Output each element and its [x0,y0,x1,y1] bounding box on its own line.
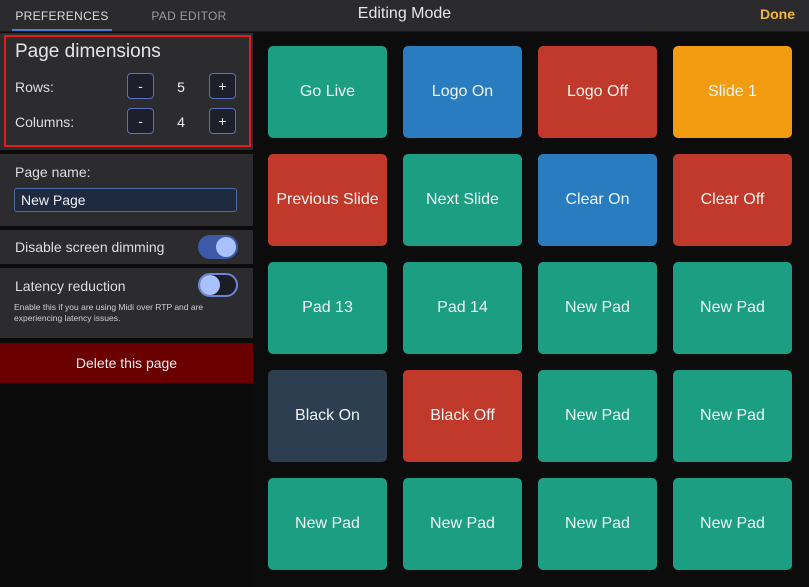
pad-button[interactable]: New Pad [538,370,657,462]
toggle-knob [216,237,236,257]
columns-increment-button[interactable]: + [209,108,236,134]
pad-button[interactable]: New Pad [403,478,522,570]
columns-decrement-button[interactable]: - [127,108,154,134]
tab-preferences[interactable]: PREFERENCES [12,0,112,32]
columns-label: Columns: [15,114,75,130]
pad-button[interactable]: New Pad [268,478,387,570]
pad-grid: Go Live Logo On Logo Off Slide 1 Previous Sl… [268,46,792,570]
latency-card: Latency reduction Enable this if you are… [0,268,253,338]
pad-button[interactable]: Next Slide [403,154,522,246]
pad-button[interactable]: Clear Off [673,154,792,246]
pad-button[interactable]: Go Live [268,46,387,138]
screen-dimming-label: Disable screen dimming [15,239,165,255]
pad-button[interactable]: Black Off [403,370,522,462]
screen-dimming-toggle[interactable] [198,235,238,259]
latency-description: Enable this if you are using Midi over R… [14,302,204,323]
page-dimensions-title: Page dimensions [15,41,161,62]
pad-button[interactable]: Black On [268,370,387,462]
screen-dimming-card: Disable screen dimming [0,230,253,264]
pad-button[interactable]: New Pad [538,262,657,354]
pad-button[interactable]: Logo Off [538,46,657,138]
page-name-label: Page name: [15,164,91,180]
pad-button[interactable]: New Pad [673,370,792,462]
page-name-card: Page name: [0,154,253,226]
pad-button[interactable]: Previous Slide [268,154,387,246]
rows-increment-button[interactable]: + [209,73,236,99]
columns-value: 4 [177,114,185,130]
pad-button[interactable]: New Pad [538,478,657,570]
page-title: Editing Mode [357,5,452,22]
latency-toggle[interactable] [198,273,238,297]
done-button[interactable]: Done [760,0,795,28]
preferences-panel: Page dimensions Rows: - 5 + Columns: - 4… [0,33,253,587]
latency-label: Latency reduction [15,278,126,294]
page-name-input[interactable] [14,188,237,212]
delete-page-button[interactable]: Delete this page [0,343,253,383]
top-bar: PREFERENCES PAD EDITOR Editing Mode Done [0,0,809,32]
pad-button[interactable]: New Pad [673,262,792,354]
pad-button[interactable]: New Pad [673,478,792,570]
rows-decrement-button[interactable]: - [127,73,154,99]
rows-value: 5 [177,79,185,95]
pad-button[interactable]: Logo On [403,46,522,138]
tab-pad-editor[interactable]: PAD EDITOR [140,0,238,32]
pad-button[interactable]: Pad 14 [403,262,522,354]
pad-button[interactable]: Clear On [538,154,657,246]
page-dimensions-card: Page dimensions Rows: - 5 + Columns: - 4… [0,33,253,150]
pad-button[interactable]: Slide 1 [673,46,792,138]
rows-label: Rows: [15,79,54,95]
pad-button[interactable]: Pad 13 [268,262,387,354]
toggle-knob [200,275,220,295]
